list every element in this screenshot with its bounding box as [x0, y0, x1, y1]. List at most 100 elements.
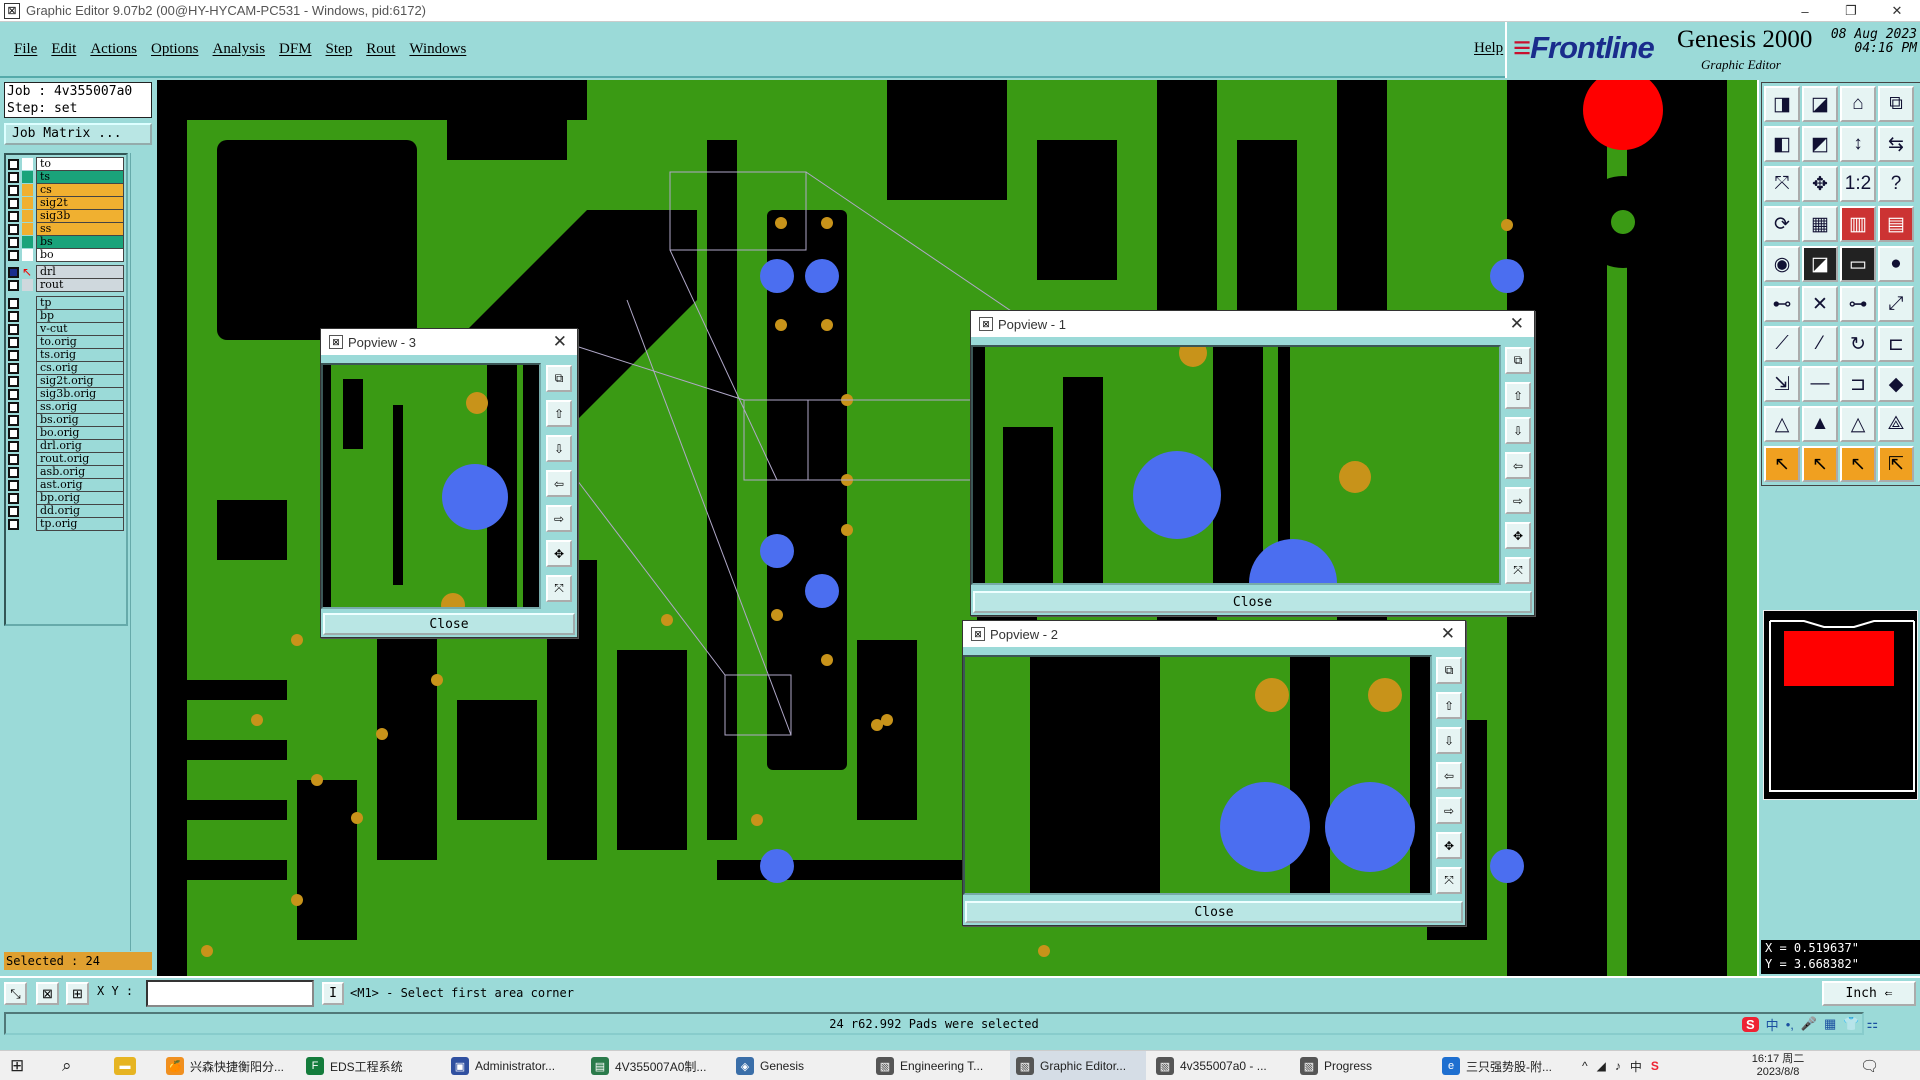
- tri2-icon[interactable]: ▲: [1802, 406, 1838, 442]
- layer-checkbox[interactable]: [8, 414, 19, 426]
- layer-checkbox[interactable]: [8, 505, 19, 517]
- center-icon[interactable]: ✥: [1802, 166, 1838, 202]
- layer-row-bo[interactable]: bo: [8, 248, 124, 262]
- layer-row-sig3b[interactable]: sig3b: [8, 209, 124, 223]
- layer-row-asb-orig[interactable]: asb.orig: [8, 465, 124, 479]
- move-icon[interactable]: ⇲: [1764, 366, 1800, 402]
- layer-row-tp-orig[interactable]: tp.orig: [8, 517, 124, 531]
- popview-1-view[interactable]: [971, 345, 1501, 585]
- taskbar-item[interactable]: ▧ 4v355007a0 - ...: [1150, 1051, 1286, 1080]
- taskbar-item[interactable]: F EDS工程系统: [300, 1051, 436, 1080]
- layer-row-v-cut[interactable]: v-cut: [8, 322, 124, 336]
- diag-icon[interactable]: ⤢: [1878, 286, 1914, 322]
- layer-row-cs-orig[interactable]: cs.orig: [8, 361, 124, 375]
- layer-row-ss[interactable]: ss: [8, 222, 124, 236]
- xy-input[interactable]: [146, 980, 314, 1007]
- layer-row-bs-orig[interactable]: bs.orig: [8, 413, 124, 427]
- layer-checkbox[interactable]: [8, 223, 19, 235]
- popview-3-view[interactable]: [321, 363, 541, 609]
- pv-zoom-out-icon[interactable]: ⤧: [546, 575, 572, 602]
- layer-checkbox[interactable]: [8, 466, 19, 478]
- pv-zoom-out-icon[interactable]: ⤧: [1436, 867, 1462, 894]
- layer-checkbox[interactable]: [8, 310, 19, 322]
- taskbar-item[interactable]: 🍊 兴森快捷衡阳分...: [160, 1051, 296, 1080]
- taskbar-item[interactable]: ◈ Genesis: [730, 1051, 866, 1080]
- pan-left-icon[interactable]: ◧: [1764, 126, 1800, 162]
- taskbar-item[interactable]: ▧ Graphic Editor...: [1010, 1051, 1146, 1080]
- display-icon[interactable]: ◨: [1764, 86, 1800, 122]
- system-tray[interactable]: ^ ◢ ♪ 中 S: [1582, 1051, 1659, 1080]
- layer-checkbox[interactable]: [8, 440, 19, 452]
- window-icon[interactable]: ⧉: [1878, 86, 1914, 122]
- notification-icon[interactable]: 🗨: [1860, 1051, 1879, 1080]
- popview-3-close-button[interactable]: Close: [323, 613, 575, 635]
- pv-up-icon[interactable]: ⇧: [1436, 692, 1462, 719]
- pv-fit-icon[interactable]: ⧉: [546, 365, 572, 392]
- pv-down-icon[interactable]: ⇩: [546, 435, 572, 462]
- layer-checkbox[interactable]: [8, 336, 19, 348]
- ends-icon[interactable]: ⊶: [1840, 286, 1876, 322]
- pv-zoom-in-icon[interactable]: ✥: [1505, 522, 1531, 549]
- layer-checkbox[interactable]: [8, 171, 19, 183]
- pv-up-icon[interactable]: ⇧: [546, 400, 572, 427]
- layer-checkbox[interactable]: [8, 453, 19, 465]
- menu-help[interactable]: Help: [1474, 40, 1503, 57]
- layer-row-sig2t[interactable]: sig2t: [8, 196, 124, 210]
- popview-2-titlebar[interactable]: ⊠ Popview - 2 ✕: [963, 621, 1465, 647]
- ime-language[interactable]: 中: [1766, 1015, 1779, 1034]
- taskbar-item[interactable]: ▧ Engineering T...: [870, 1051, 1006, 1080]
- popview-1-close-button[interactable]: Close: [973, 591, 1532, 613]
- ime-punct-icon[interactable]: •,: [1786, 1017, 1794, 1032]
- tri4-icon[interactable]: ⟁: [1878, 406, 1914, 442]
- line-red-icon[interactable]: ⟋: [1764, 326, 1800, 362]
- menu-windows[interactable]: Windows: [409, 41, 466, 58]
- query-icon[interactable]: ?: [1878, 166, 1914, 202]
- layer-checkbox[interactable]: [8, 479, 19, 491]
- menu-options[interactable]: Options: [151, 41, 199, 58]
- layer-row-dd-orig[interactable]: dd.orig: [8, 504, 124, 518]
- layer-row-drl-orig[interactable]: drl.orig: [8, 439, 124, 453]
- layer-checkbox[interactable]: [8, 362, 19, 374]
- popview-3-window[interactable]: ⊠ Popview - 3 ✕ ⧉ ⇧ ⇩ ⇦ ⇨ ✥ ⤧ Close: [320, 328, 578, 638]
- fill-icon[interactable]: ◪: [1802, 86, 1838, 122]
- layer-checkbox[interactable]: [8, 427, 19, 439]
- pv-left-icon[interactable]: ⇦: [1436, 762, 1462, 789]
- taskbar-item[interactable]: ▣ Administrator...: [445, 1051, 581, 1080]
- scale-icon[interactable]: 1:2: [1840, 166, 1876, 202]
- frame-icon[interactable]: ⊏: [1878, 326, 1914, 362]
- select-multi-icon[interactable]: ⇱: [1878, 446, 1914, 482]
- layer-row-to-orig[interactable]: to.orig: [8, 335, 124, 349]
- arc-icon[interactable]: ↻: [1840, 326, 1876, 362]
- menu-dfm[interactable]: DFM: [279, 41, 312, 58]
- layer-checkbox[interactable]: [8, 349, 19, 361]
- pause-button[interactable]: I: [322, 982, 344, 1005]
- shapes-icon[interactable]: ◆: [1878, 366, 1914, 402]
- pv-fit-icon[interactable]: ⧉: [1436, 657, 1462, 684]
- units-button[interactable]: Inch ⇐: [1822, 981, 1916, 1006]
- zoom-out-icon[interactable]: ⇆: [1878, 126, 1914, 162]
- popview-1-titlebar[interactable]: ⊠ Popview - 1 ✕: [971, 311, 1534, 337]
- layer-checkbox[interactable]: [8, 266, 19, 278]
- pv-zoom-out-icon[interactable]: ⤧: [1505, 557, 1531, 584]
- taskbar-item[interactable]: ▤ 4V355007A0制...: [585, 1051, 721, 1080]
- layer-checkbox[interactable]: [8, 297, 19, 309]
- snap-icon[interactable]: ⊠: [36, 982, 59, 1005]
- select-box-icon[interactable]: ↖: [1802, 446, 1838, 482]
- layer-row-bo-orig[interactable]: bo.orig: [8, 426, 124, 440]
- pv-right-icon[interactable]: ⇨: [1505, 487, 1531, 514]
- home-icon[interactable]: ⌂: [1840, 86, 1876, 122]
- minus-icon[interactable]: —: [1802, 366, 1838, 402]
- layer-row-ts-orig[interactable]: ts.orig: [8, 348, 124, 362]
- pad-icon[interactable]: ◉: [1764, 246, 1800, 282]
- popview-3-close-icon[interactable]: ✕: [553, 332, 567, 352]
- redraw-icon[interactable]: ⟳: [1764, 206, 1800, 242]
- pv-left-icon[interactable]: ⇦: [546, 470, 572, 497]
- layer-row-bs[interactable]: bs: [8, 235, 124, 249]
- fit-icon[interactable]: ⤧: [1764, 166, 1800, 202]
- layers-red2-icon[interactable]: ▤: [1878, 206, 1914, 242]
- pv-right-icon[interactable]: ⇨: [1436, 797, 1462, 824]
- pv-right-icon[interactable]: ⇨: [546, 505, 572, 532]
- popview-2-window[interactable]: ⊠ Popview - 2 ✕ ⧉ ⇧ ⇩ ⇦ ⇨ ✥ ⤧ Close: [962, 620, 1466, 926]
- taskbar-item[interactable]: e 三只强势股-附...: [1436, 1051, 1572, 1080]
- measure-icon[interactable]: ▭: [1840, 246, 1876, 282]
